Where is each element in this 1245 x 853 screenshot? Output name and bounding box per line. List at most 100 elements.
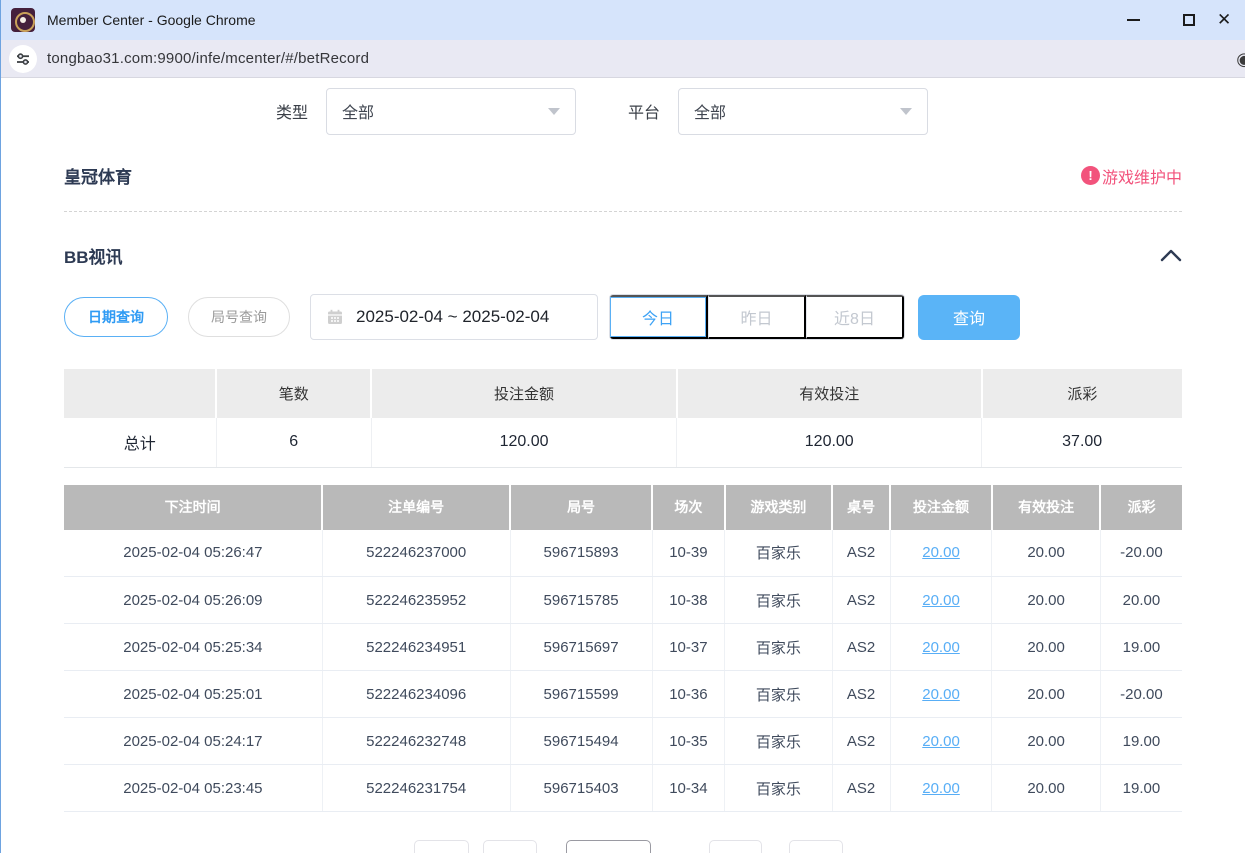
summary-total-bet-amount: 120.00 bbox=[371, 418, 676, 467]
table-row: 2025-02-04 05:26:47522246237000596715893… bbox=[64, 530, 1182, 577]
summary-header-row: 笔数 投注金额 有效投注 派彩 bbox=[64, 369, 1182, 418]
cell-game: 百家乐 bbox=[725, 624, 832, 671]
minimize-button[interactable] bbox=[1105, 0, 1161, 40]
summary-header-count: 笔数 bbox=[216, 369, 371, 418]
cell-session: 10-39 bbox=[652, 530, 725, 577]
today-button[interactable]: 今日 bbox=[610, 295, 708, 339]
summary-header-bet-amount: 投注金额 bbox=[371, 369, 676, 418]
column-header-table_no: 桌号 bbox=[832, 485, 890, 530]
cell-table_no: AS2 bbox=[832, 765, 890, 812]
cell-session: 10-37 bbox=[652, 624, 725, 671]
yesterday-button[interactable]: 昨日 bbox=[708, 295, 806, 339]
cell-bet: 20.00 bbox=[890, 718, 992, 765]
cell-payout: 19.00 bbox=[1100, 624, 1182, 671]
cell-valid: 20.00 bbox=[992, 577, 1100, 624]
cell-time: 2025-02-04 05:25:34 bbox=[64, 624, 322, 671]
pagination-button[interactable] bbox=[709, 840, 762, 853]
bb-video-section: BB视讯 bbox=[64, 243, 1182, 268]
bet-amount-link[interactable]: 20.00 bbox=[922, 544, 960, 561]
url-bar[interactable]: tongbao31.com:9900/infe/mcenter/#/betRec… bbox=[1, 40, 1245, 78]
cell-payout: 19.00 bbox=[1100, 765, 1182, 812]
crown-sports-title: 皇冠体育 bbox=[64, 163, 132, 188]
chevron-down-icon bbox=[900, 108, 912, 115]
date-range-input[interactable]: 2025-02-04 ~ 2025-02-04 bbox=[310, 294, 598, 340]
platform-select[interactable]: 全部 bbox=[678, 88, 928, 135]
cell-bet_no: 522246235952 bbox=[322, 577, 510, 624]
cell-bet: 20.00 bbox=[890, 624, 992, 671]
calendar-icon bbox=[327, 309, 343, 325]
cell-table_no: AS2 bbox=[832, 624, 890, 671]
page-content: 类型 全部 平台 全部 皇冠体育 ! 游戏维护中 BB视讯 bbox=[1, 78, 1245, 853]
type-label: 类型 bbox=[276, 99, 308, 123]
cell-valid: 20.00 bbox=[992, 765, 1100, 812]
cell-game: 百家乐 bbox=[725, 718, 832, 765]
site-settings-icon[interactable] bbox=[9, 45, 37, 73]
collapse-button[interactable] bbox=[1160, 249, 1182, 262]
cell-session: 10-38 bbox=[652, 577, 725, 624]
bet-amount-link[interactable]: 20.00 bbox=[922, 592, 960, 609]
summary-header-payout: 派彩 bbox=[982, 369, 1182, 418]
exclamation-circle-icon: ! bbox=[1081, 166, 1100, 185]
type-select[interactable]: 全部 bbox=[326, 88, 576, 135]
maintenance-text: 游戏维护中 bbox=[1102, 164, 1182, 188]
table-row: 2025-02-04 05:26:09522246235952596715785… bbox=[64, 577, 1182, 624]
cell-game: 百家乐 bbox=[725, 577, 832, 624]
platform-select-value: 全部 bbox=[694, 99, 726, 123]
cell-bet: 20.00 bbox=[890, 765, 992, 812]
date-range-value: 2025-02-04 ~ 2025-02-04 bbox=[356, 307, 549, 327]
cell-bet_no: 522246232748 bbox=[322, 718, 510, 765]
cell-table_no: AS2 bbox=[832, 671, 890, 718]
summary-total-row: 总计 6 120.00 120.00 37.00 bbox=[64, 418, 1182, 467]
cell-round_no: 596715697 bbox=[510, 624, 652, 671]
cell-session: 10-36 bbox=[652, 671, 725, 718]
cell-bet_no: 522246234951 bbox=[322, 624, 510, 671]
search-button[interactable]: 查询 bbox=[918, 295, 1020, 340]
cell-game: 百家乐 bbox=[725, 765, 832, 812]
minimize-icon bbox=[1127, 19, 1140, 21]
cell-payout: 20.00 bbox=[1100, 577, 1182, 624]
extension-eye-icon[interactable]: ◉ bbox=[1236, 49, 1245, 70]
column-header-game: 游戏类别 bbox=[725, 485, 832, 530]
last-8-days-button[interactable]: 近8日 bbox=[806, 295, 904, 339]
cell-payout: -20.00 bbox=[1100, 671, 1182, 718]
column-header-valid: 有效投注 bbox=[992, 485, 1100, 530]
type-select-value: 全部 bbox=[342, 99, 374, 123]
bet-amount-link[interactable]: 20.00 bbox=[922, 733, 960, 750]
summary-header-empty bbox=[64, 369, 216, 418]
cell-bet: 20.00 bbox=[890, 671, 992, 718]
bet-amount-link[interactable]: 20.00 bbox=[922, 780, 960, 797]
pagination-page-size-select[interactable] bbox=[566, 840, 651, 853]
date-query-tab[interactable]: 日期查询 bbox=[64, 297, 168, 337]
pagination-button[interactable] bbox=[789, 840, 843, 853]
round-query-tab[interactable]: 局号查询 bbox=[188, 297, 290, 337]
cell-valid: 20.00 bbox=[992, 530, 1100, 577]
bet-amount-link[interactable]: 20.00 bbox=[922, 686, 960, 703]
cell-time: 2025-02-04 05:25:01 bbox=[64, 671, 322, 718]
summary-table: 笔数 投注金额 有效投注 派彩 总计 6 120.00 120.00 37.00 bbox=[64, 369, 1182, 468]
bet-amount-link[interactable]: 20.00 bbox=[922, 639, 960, 656]
maximize-button[interactable] bbox=[1161, 0, 1217, 40]
pagination bbox=[64, 840, 1182, 853]
cell-round_no: 596715403 bbox=[510, 765, 652, 812]
url-text[interactable]: tongbao31.com:9900/infe/mcenter/#/betRec… bbox=[47, 50, 369, 67]
cell-round_no: 596715494 bbox=[510, 718, 652, 765]
column-header-bet_no: 注单编号 bbox=[322, 485, 510, 530]
maintenance-badge: ! 游戏维护中 bbox=[1081, 164, 1182, 188]
cell-table_no: AS2 bbox=[832, 530, 890, 577]
close-button[interactable]: ✕ bbox=[1217, 0, 1245, 40]
pagination-button[interactable] bbox=[483, 840, 537, 853]
cell-game: 百家乐 bbox=[725, 671, 832, 718]
column-header-payout: 派彩 bbox=[1100, 485, 1182, 530]
cell-round_no: 596715599 bbox=[510, 671, 652, 718]
cell-bet: 20.00 bbox=[890, 530, 992, 577]
section-divider bbox=[64, 211, 1182, 212]
column-header-time: 下注时间 bbox=[64, 485, 322, 530]
browser-window: Member Center - Google Chrome ✕ tongbao3… bbox=[0, 0, 1245, 853]
chevron-up-icon bbox=[1160, 249, 1182, 262]
pagination-button[interactable] bbox=[414, 840, 469, 853]
cell-payout: 19.00 bbox=[1100, 718, 1182, 765]
cell-session: 10-35 bbox=[652, 718, 725, 765]
cell-bet_no: 522246231754 bbox=[322, 765, 510, 812]
cell-table_no: AS2 bbox=[832, 718, 890, 765]
window-title: Member Center - Google Chrome bbox=[47, 12, 256, 28]
